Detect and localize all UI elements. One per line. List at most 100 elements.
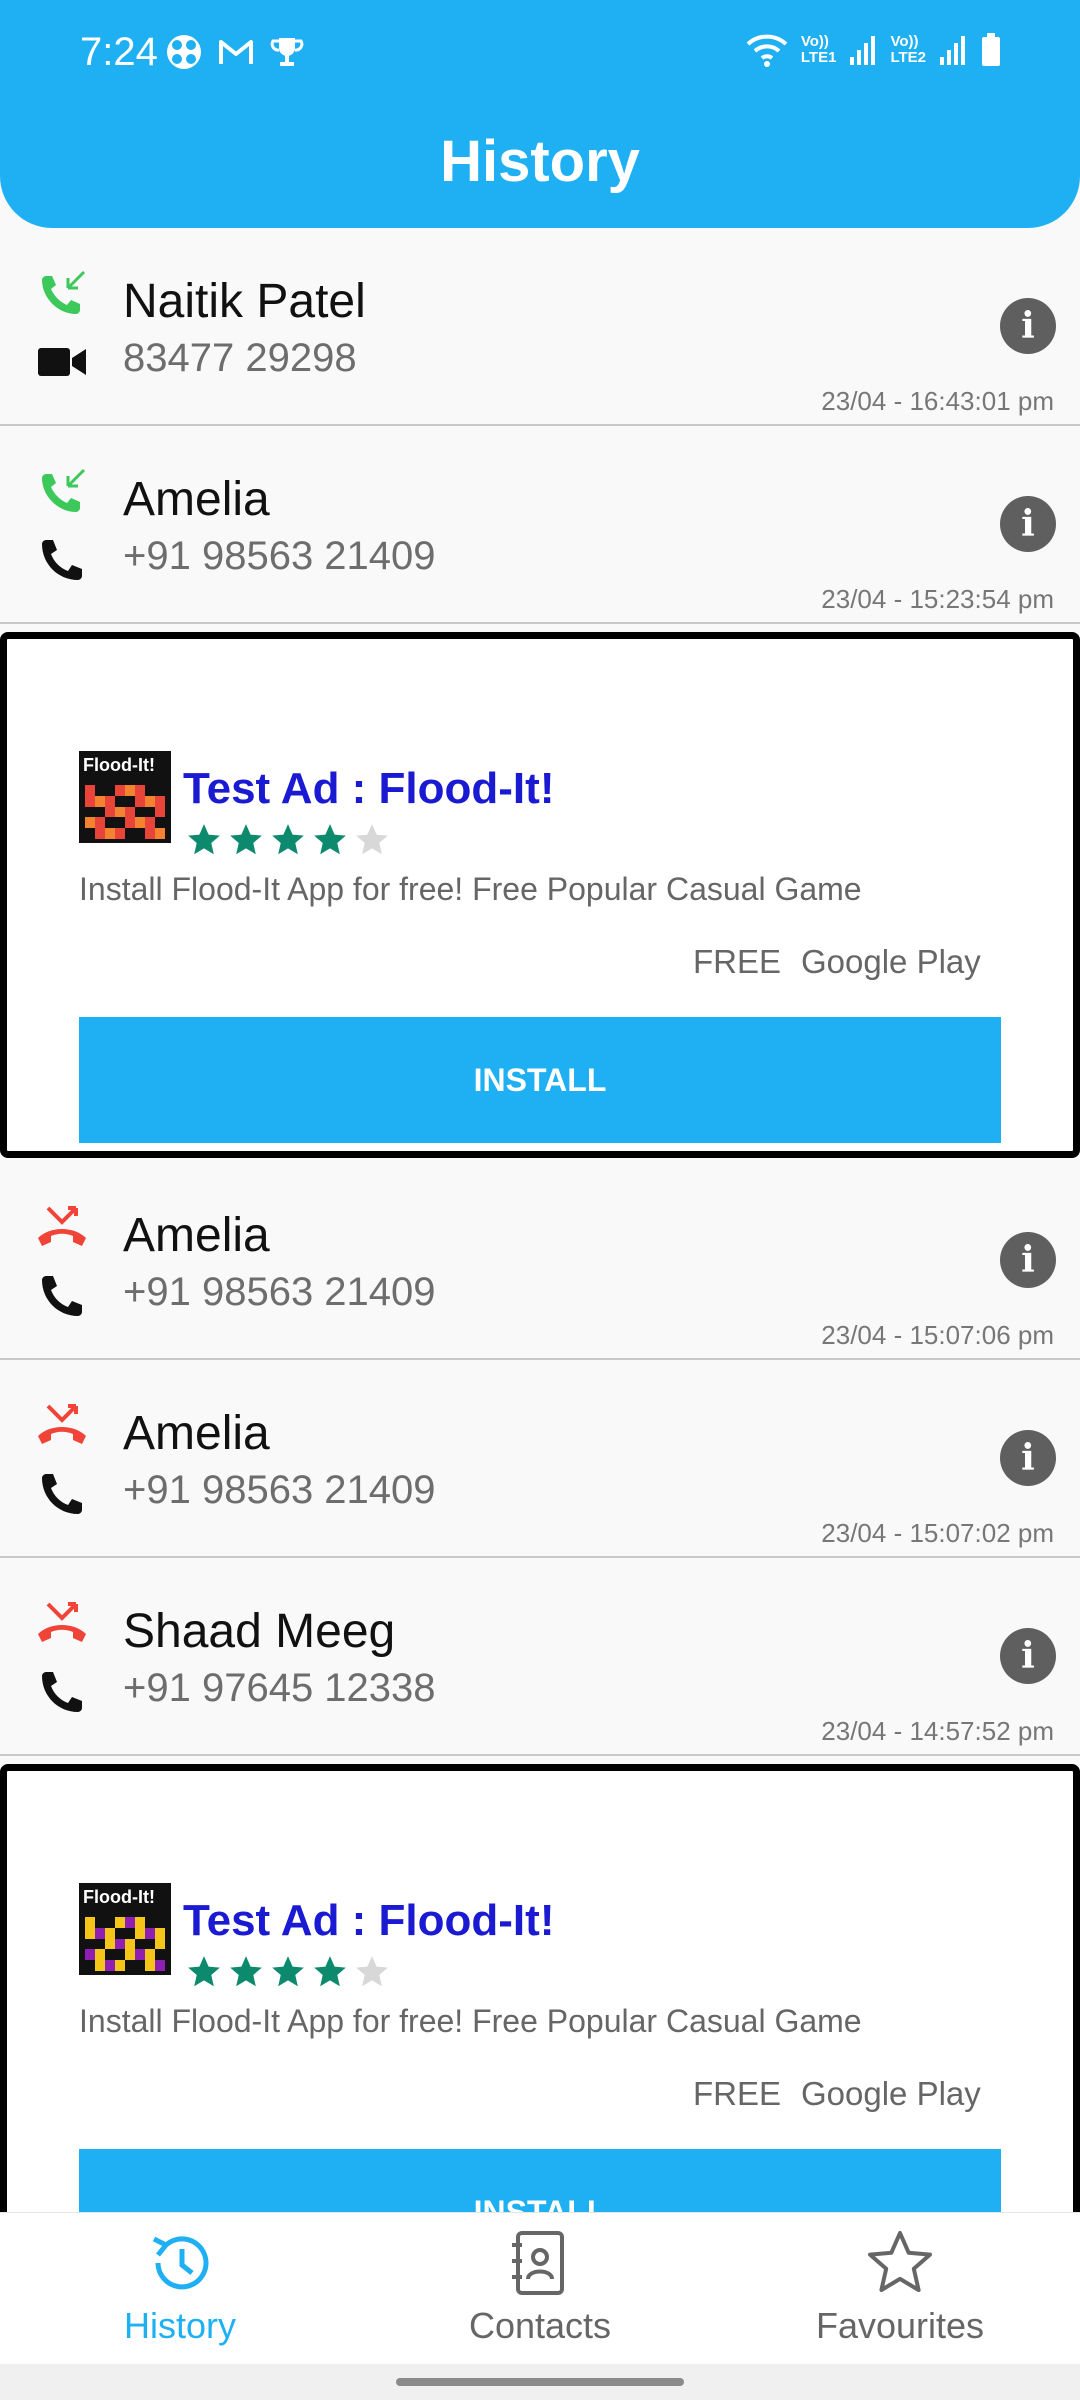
- ad-description: Install Flood-It App for free! Free Popu…: [79, 871, 862, 907]
- logo-tile: [145, 1949, 155, 1961]
- page-title: History: [440, 129, 640, 194]
- logo-tile: [95, 785, 105, 796]
- logo-tile: [125, 1949, 135, 1961]
- logo-tile: [115, 1927, 125, 1939]
- nav-history[interactable]: History: [60, 2227, 300, 2357]
- logo-tile: [125, 817, 135, 829]
- logo-tile: [105, 1960, 115, 1971]
- system-navigation-area: [0, 2364, 1080, 2400]
- logo-tile: [105, 1938, 115, 1950]
- battery-icon: [982, 33, 1000, 66]
- star-filled-icon: [314, 1956, 346, 1987]
- call-timestamp: 23/04 - 14:57:52 pm: [821, 1716, 1054, 1746]
- phone-icon: [42, 1276, 82, 1316]
- info-icon[interactable]: i: [1000, 1628, 1056, 1684]
- ad-title[interactable]: Test Ad : Flood-It!: [183, 764, 554, 814]
- history-icon: [152, 2236, 209, 2290]
- logo-tile: [145, 806, 155, 818]
- info-icon[interactable]: i: [1000, 1232, 1056, 1288]
- nav-favourites[interactable]: Favourites: [780, 2227, 1020, 2357]
- call-row[interactable]: Amelia +91 98563 21409 i 23/04 - 15:07:0…: [0, 1360, 1080, 1558]
- call-row[interactable]: Amelia +91 98563 21409 i 23/04 - 15:07:0…: [0, 1162, 1080, 1360]
- logo-tile: [85, 795, 95, 807]
- logo-tile: [135, 785, 145, 796]
- info-icon[interactable]: i: [1000, 496, 1056, 552]
- logo-tile: [85, 1960, 95, 1971]
- missed-call-icon: [38, 1404, 86, 1444]
- logo-tile: [145, 817, 155, 829]
- signal-sim1-icon: [850, 36, 876, 65]
- logo-tile: [115, 1960, 125, 1971]
- ad-store: Google Play: [801, 943, 981, 980]
- ad-price: FREE: [693, 2075, 782, 2112]
- ad-card[interactable]: Flood-It! Test Ad : Flood-It! Install Fl…: [0, 1764, 1080, 2212]
- logo-tile: [115, 1949, 125, 1961]
- ad-app-logo: Flood-It!: [79, 1883, 171, 1975]
- logo-tile: [135, 795, 145, 807]
- trophy-icon: [270, 38, 304, 66]
- star-filled-icon: [230, 1956, 262, 1987]
- star-filled-icon: [188, 824, 220, 855]
- phone-number: +91 98563 21409: [123, 1468, 436, 1512]
- wifi-icon: [746, 34, 788, 67]
- logo-tile: [95, 795, 105, 807]
- logo-tile: [115, 806, 125, 818]
- logo-tile: [135, 817, 145, 829]
- call-row[interactable]: Naitik Patel 83477 29298 i 23/04 - 16:43…: [0, 228, 1080, 426]
- star-filled-icon: [188, 1956, 220, 1987]
- logo-tile: [105, 1917, 115, 1928]
- logo-tile: [135, 1949, 145, 1961]
- logo-tile: [145, 828, 155, 839]
- contacts-icon: [512, 2231, 564, 2295]
- nav-favourites-label: Favourites: [815, 2305, 985, 2346]
- logo-tile: [135, 1917, 145, 1928]
- logo-tile: [135, 1960, 145, 1971]
- logo-tile: [125, 1938, 135, 1950]
- logo-tile: [105, 795, 115, 807]
- nav-contacts[interactable]: Contacts: [420, 2227, 660, 2357]
- logo-tile: [145, 795, 155, 807]
- volte-label: Vo)): [800, 33, 829, 50]
- logo-tile: [125, 1917, 135, 1928]
- call-row[interactable]: Amelia +91 98563 21409 i 23/04 - 15:23:5…: [0, 426, 1080, 624]
- logo-tile: [135, 1927, 145, 1939]
- logo-tile: [125, 785, 135, 796]
- nav-history-label: History: [123, 2305, 236, 2346]
- install-button[interactable]: INSTALL: [79, 2149, 1001, 2212]
- logo-tile: [125, 828, 135, 839]
- logo-tile: [155, 806, 165, 818]
- logo-tile: [105, 806, 115, 818]
- status-notification-icons: [166, 34, 304, 70]
- logo-tile: [95, 1949, 105, 1961]
- ad-price: FREE: [693, 943, 782, 980]
- call-timestamp: 23/04 - 15:23:54 pm: [821, 584, 1054, 614]
- missed-call-icon: [38, 1602, 86, 1642]
- call-row[interactable]: Shaad Meeg +91 97645 12338 i 23/04 - 14:…: [0, 1558, 1080, 1756]
- call-history-list[interactable]: Naitik Patel 83477 29298 i 23/04 - 16:43…: [0, 228, 1080, 2212]
- incoming-call-icon: [42, 468, 86, 512]
- logo-tile: [85, 1927, 95, 1939]
- ad-description: Install Flood-It App for free! Free Popu…: [79, 2003, 862, 2039]
- sim1-text: LTE1: [800, 49, 837, 66]
- signal-sim2-icon: [940, 36, 965, 65]
- logo-tile: [95, 1938, 105, 1950]
- ad-title[interactable]: Test Ad : Flood-It!: [183, 1896, 554, 1946]
- ad-rating: [185, 821, 391, 859]
- nav-contacts-label: Contacts: [468, 2305, 612, 2346]
- logo-tile: [85, 1917, 95, 1928]
- status-system-icons: Vo)) LTE1 Vo)) LTE2: [745, 32, 1002, 68]
- ad-card[interactable]: Flood-It! Test Ad : Flood-It! Install Fl…: [0, 632, 1080, 1158]
- status-time: 7:24: [80, 30, 158, 74]
- contact-name: Amelia: [123, 1407, 270, 1460]
- info-icon[interactable]: i: [1000, 1430, 1056, 1486]
- logo-tile: [135, 1938, 145, 1950]
- home-gesture-bar[interactable]: [396, 2378, 684, 2386]
- phone-number: +91 98563 21409: [123, 534, 436, 578]
- fan-app-icon: [167, 35, 201, 69]
- logo-tile: [115, 828, 125, 839]
- logo-tile: [145, 1917, 155, 1928]
- ad-logo-text: Flood-It!: [83, 1887, 155, 1907]
- install-button[interactable]: INSTALL: [79, 1017, 1001, 1143]
- phone-icon: [42, 1672, 82, 1712]
- info-icon[interactable]: i: [1000, 298, 1056, 354]
